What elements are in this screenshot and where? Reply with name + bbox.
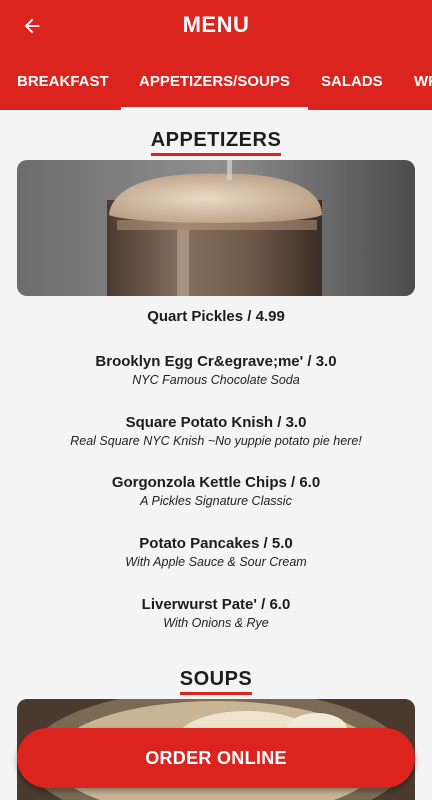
menu-item-description: Real Square NYC Knish ~No yuppie potato … (70, 434, 362, 448)
menu-item[interactable]: Brooklyn Egg Cr&egrave;me' / 3.0 NYC Fam… (0, 352, 432, 389)
tab-breakfast[interactable]: BREAKFAST (17, 62, 109, 110)
menu-item[interactable]: Gorgonzola Kettle Chips / 6.0 A Pickles … (0, 473, 432, 510)
section-title-appetizers: APPETIZERS (0, 128, 432, 156)
menu-item-description: A Pickles Signature Classic (140, 494, 292, 508)
menu-item[interactable]: Quart Pickles / 4.99 (0, 307, 432, 327)
category-tabs: BREAKFAST APPETIZERS/SOUPS SALADS WRAPS (0, 62, 432, 110)
app-bar: MENU BREAKFAST APPETIZERS/SOUPS SALADS W… (0, 0, 432, 110)
menu-item-name: Square Potato Knish / 3.0 (125, 414, 307, 431)
tab-appetizers-soups[interactable]: APPETIZERS/SOUPS (121, 62, 308, 110)
menu-content[interactable]: APPETIZERS Quart Pickles / 4.99 Brooklyn… (0, 110, 432, 800)
section-title-soups: SOUPS (0, 667, 432, 695)
appetizers-hero-image (17, 160, 415, 296)
tab-salads[interactable]: SALADS (321, 62, 383, 110)
menu-item[interactable]: Potato Pancakes / 5.0 With Apple Sauce &… (0, 534, 432, 571)
menu-item-name: Potato Pancakes / 5.0 (139, 535, 293, 552)
page-title: MENU (182, 12, 250, 37)
order-online-button[interactable]: ORDER ONLINE (17, 728, 415, 788)
menu-item[interactable]: Liverwurst Pate' / 6.0 With Onions & Rye (0, 595, 432, 632)
menu-item-name: Brooklyn Egg Cr&egrave;me' / 3.0 (95, 353, 337, 370)
tab-wraps[interactable]: WRAPS (414, 62, 432, 110)
menu-item-name: Gorgonzola Kettle Chips / 6.0 (111, 474, 321, 491)
menu-item-description: With Onions & Rye (163, 616, 269, 630)
menu-item-name: Liverwurst Pate' / 6.0 (141, 596, 291, 613)
menu-item-description: NYC Famous Chocolate Soda (132, 373, 300, 387)
menu-item-name: Quart Pickles / 4.99 (147, 308, 285, 325)
menu-item[interactable]: Square Potato Knish / 3.0 Real Square NY… (0, 413, 432, 450)
menu-item-description: With Apple Sauce & Sour Cream (125, 555, 307, 569)
